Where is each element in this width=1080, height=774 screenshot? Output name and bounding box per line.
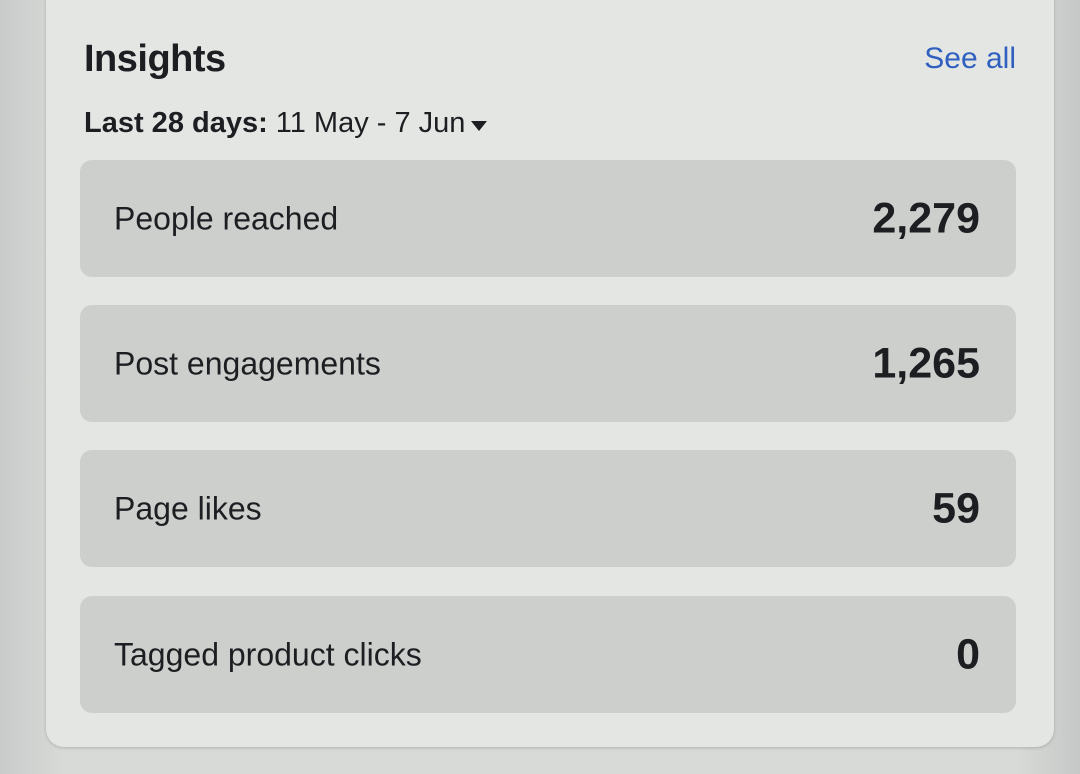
- caret-down-icon: [471, 120, 488, 131]
- see-all-link[interactable]: See all: [924, 42, 1016, 76]
- metric-tagged-product-clicks[interactable]: Tagged product clicks 0: [80, 596, 1016, 713]
- metric-value: 0: [956, 630, 980, 678]
- date-range-selector[interactable]: Last 28 days: 11 May - 7 Jun: [84, 107, 488, 140]
- metric-post-engagements[interactable]: Post engagements 1,265: [80, 305, 1016, 422]
- metric-label: Page likes: [114, 490, 262, 526]
- insights-title: Insights: [84, 38, 226, 80]
- insights-header: Insights See all: [84, 34, 1016, 84]
- date-range-dates: 11 May - 7 Jun: [275, 107, 466, 139]
- page: Insights See all Last 28 days: 11 May - …: [0, 0, 1080, 774]
- insights-card: Insights See all Last 28 days: 11 May - …: [46, 0, 1054, 747]
- date-range-prefix: Last 28 days:: [84, 107, 268, 139]
- metric-page-likes[interactable]: Page likes 59: [80, 450, 1016, 567]
- metric-label: People reached: [114, 200, 339, 236]
- metric-value: 59: [932, 484, 980, 532]
- metric-value: 1,265: [872, 339, 980, 387]
- metric-value: 2,279: [872, 194, 980, 242]
- metric-people-reached[interactable]: People reached 2,279: [80, 160, 1016, 277]
- metric-label: Tagged product clicks: [114, 636, 422, 672]
- metric-label: Post engagements: [114, 345, 381, 381]
